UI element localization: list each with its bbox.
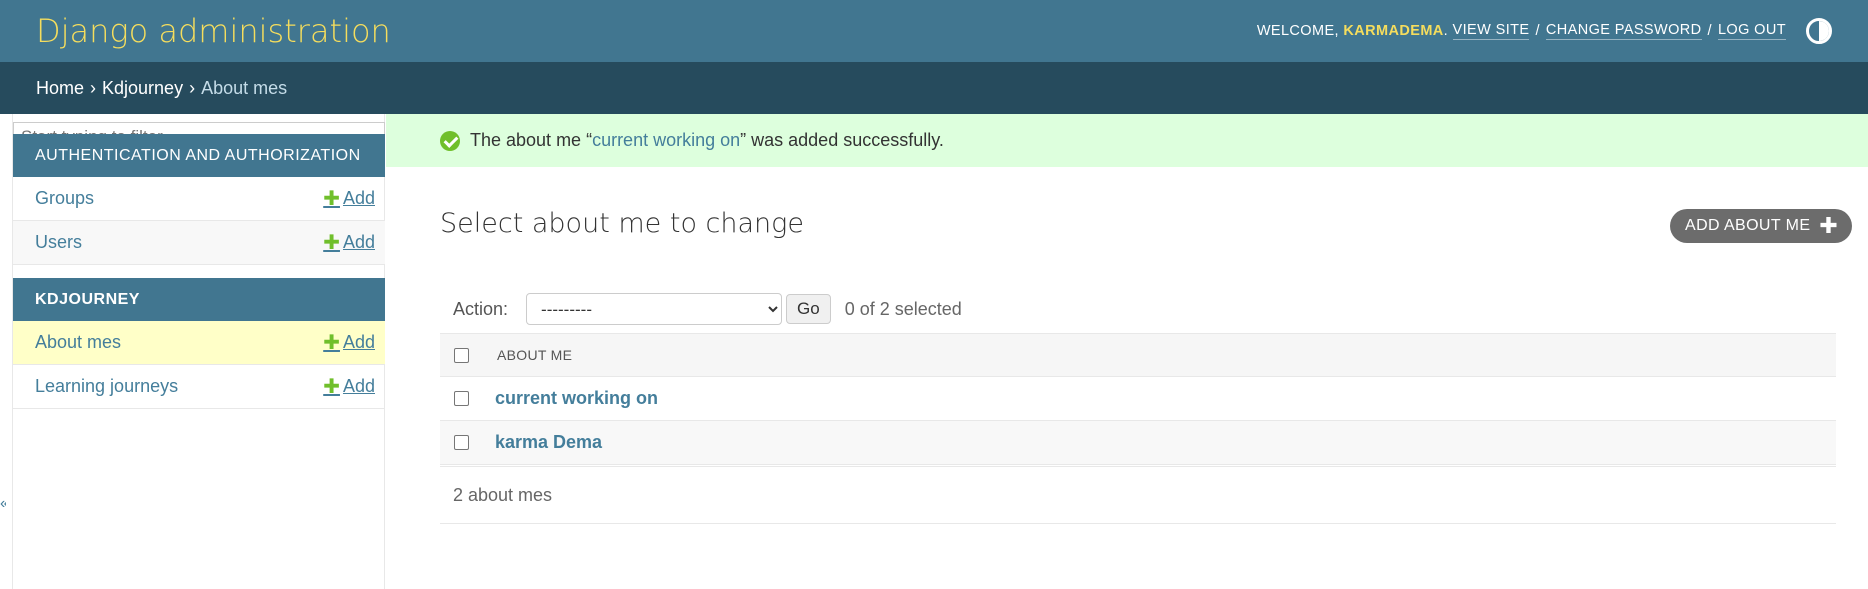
sidebar-item-groups: Groups ✚ Add bbox=[13, 177, 385, 221]
separator: / bbox=[1535, 23, 1540, 39]
add-learning-journeys-link[interactable]: ✚ Add bbox=[323, 376, 375, 397]
table-row: karma Dema bbox=[440, 421, 1836, 465]
plus-icon: ✚ bbox=[1819, 213, 1839, 238]
column-header-about-me[interactable]: ABOUT ME bbox=[497, 347, 572, 363]
plus-icon: ✚ bbox=[323, 231, 340, 254]
page-title: Select about me to change bbox=[440, 208, 804, 239]
theme-toggle-icon[interactable] bbox=[1806, 18, 1832, 44]
select-all-checkbox[interactable] bbox=[454, 347, 469, 363]
sidebar-item-about-mes-link[interactable]: About mes bbox=[35, 332, 121, 353]
message-prefix: The about me “ bbox=[470, 130, 593, 150]
breadcrumb: Home › Kdjourney › About mes bbox=[0, 62, 1868, 114]
toggle-sidebar-icon[interactable]: « bbox=[0, 495, 6, 517]
add-about-me-button[interactable]: ADD ABOUT ME ✚ bbox=[1670, 209, 1853, 243]
add-label: Add bbox=[342, 232, 375, 252]
header: Django administration WELCOME, KARMADEMA… bbox=[0, 0, 1868, 62]
add-groups-link[interactable]: ✚ Add bbox=[323, 188, 375, 209]
plus-icon: ✚ bbox=[323, 331, 340, 354]
breadcrumb-home[interactable]: Home bbox=[36, 78, 84, 99]
module-caption-auth[interactable]: Authentication and Authorization bbox=[13, 134, 385, 177]
add-about-mes-link[interactable]: ✚ Add bbox=[323, 332, 375, 353]
plus-icon: ✚ bbox=[323, 187, 340, 210]
module-caption-kdjourney[interactable]: Kdjourney bbox=[13, 278, 385, 321]
result-list: ABOUT ME current working on karma Dema bbox=[440, 333, 1836, 465]
site-branding[interactable]: Django administration bbox=[36, 12, 391, 50]
message-object-link[interactable]: current working on bbox=[592, 130, 740, 150]
message-text: The about me “current working on” was ad… bbox=[470, 130, 944, 151]
nav-sidebar: Authentication and Authorization Groups … bbox=[12, 114, 385, 589]
sidebar-item-users: Users ✚ Add bbox=[13, 221, 385, 265]
welcome-text: WELCOME, bbox=[1256, 23, 1339, 39]
message-suffix: ” was added successfully. bbox=[740, 130, 944, 150]
actions-bar: Action: --------- Go 0 of 2 selected bbox=[440, 285, 1836, 333]
plus-icon: ✚ bbox=[323, 375, 340, 398]
row-checkbox[interactable] bbox=[454, 391, 469, 406]
breadcrumb-separator: › bbox=[90, 77, 97, 98]
username: KARMADEMA bbox=[1343, 23, 1444, 39]
breadcrumb-app[interactable]: Kdjourney bbox=[102, 78, 183, 99]
sidebar-item-groups-link[interactable]: Groups bbox=[35, 188, 94, 209]
breadcrumb-current: About mes bbox=[201, 77, 288, 98]
check-circle-icon bbox=[440, 131, 460, 151]
row-link[interactable]: current working on bbox=[495, 388, 658, 409]
sidebar-item-about-mes: About mes ✚ Add bbox=[13, 321, 385, 365]
add-label: Add bbox=[342, 332, 375, 352]
breadcrumb-separator: › bbox=[189, 77, 196, 98]
go-button[interactable]: Go bbox=[786, 294, 831, 324]
username-suffix: . bbox=[1443, 23, 1449, 39]
sidebar-item-users-link[interactable]: Users bbox=[35, 232, 82, 253]
add-label: Add bbox=[342, 188, 375, 208]
selected-count: 0 of 2 selected bbox=[844, 298, 962, 319]
add-button-label: ADD ABOUT ME bbox=[1685, 217, 1811, 234]
action-select[interactable]: --------- bbox=[526, 293, 783, 325]
log-out-link[interactable]: LOG OUT bbox=[1717, 22, 1786, 40]
success-message: The about me “current working on” was ad… bbox=[386, 114, 1868, 167]
user-tools: WELCOME, KARMADEMA. VIEW SITE / CHANGE P… bbox=[1257, 18, 1832, 44]
paginator: 2 about mes bbox=[440, 466, 1836, 524]
sidebar-item-learning-journeys: Learning journeys ✚ Add bbox=[13, 365, 385, 409]
add-users-link[interactable]: ✚ Add bbox=[323, 232, 375, 253]
row-link[interactable]: karma Dema bbox=[495, 432, 602, 453]
sidebar-item-learning-journeys-link[interactable]: Learning journeys bbox=[35, 376, 178, 397]
view-site-link[interactable]: VIEW SITE bbox=[1452, 22, 1530, 40]
table-row: current working on bbox=[440, 377, 1836, 421]
separator: / bbox=[1707, 23, 1712, 39]
action-label: Action: bbox=[453, 298, 509, 319]
add-label: Add bbox=[342, 376, 375, 396]
row-checkbox[interactable] bbox=[454, 435, 469, 450]
table-header-row: ABOUT ME bbox=[440, 333, 1836, 377]
change-password-link[interactable]: CHANGE PASSWORD bbox=[1545, 22, 1702, 40]
